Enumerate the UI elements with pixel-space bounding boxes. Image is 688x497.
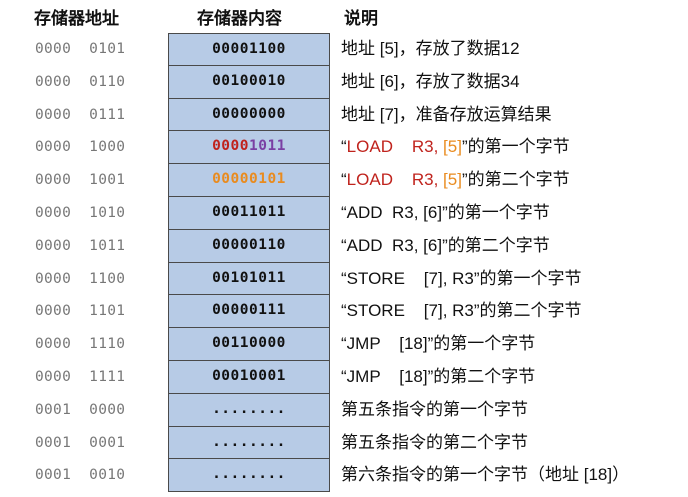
description-cell: “JMP [18]”的第二个字节 [341,366,536,386]
address-cell: 0000 1111 [35,368,126,385]
content-value: ........ [212,433,286,450]
address-cell: 0000 1000 [35,139,126,156]
table-row: 0001 0001 ........ 第五条指令的第二个字节 [0,426,688,460]
content-cell: 00000101 [168,164,330,197]
table-row: 0000 0110 00100010 地址 [6]，存放了数据34 [0,65,688,99]
content-value: 00011011 [212,203,286,220]
description-cell: 第五条指令的第二个字节 [341,432,528,452]
content-value: 00010001 [212,367,286,384]
description-cell: “LOAD R3, [5]”的第二个字节 [341,164,570,197]
content-cell: 00010001 [168,360,330,394]
description-cell: 第六条指令的第一个字节（地址 [18]） [341,465,630,485]
address-cell: 0001 0010 [35,467,126,484]
content-value: 00100010 [212,72,286,89]
table-row: 0001 0000 ........ 第五条指令的第一个字节 [0,393,688,427]
content-cell: 00011011 [168,196,330,230]
table-row: 0000 0101 00001100 地址 [5]，存放了数据12 [0,33,688,66]
opcode-bits: 0000 [212,138,249,155]
description-cell: “STORE [7], R3”的第二个字节 [341,301,582,321]
content-cell: 00110000 [168,328,330,361]
content-value: 00110000 [212,335,286,352]
table-row: 0001 0010 ........ 第六条指令的第一个字节（地址 [18]） [0,459,688,493]
content-value: 00001100 [212,41,286,57]
address-cell: 0001 0001 [35,434,126,451]
content-cell: ........ [168,393,330,427]
content-cell: 00001011 [168,131,330,165]
content-cell: 00000111 [168,295,330,329]
content-value: 00000111 [212,302,286,319]
content-value: ........ [212,400,286,417]
address-cell: 0000 0111 [35,106,126,123]
address-cell: 0000 1001 [35,172,126,189]
operand-bits: 00000101 [212,171,286,188]
description-cell: “JMP [18]”的第一个字节 [341,334,536,354]
content-cell: ........ [168,459,330,493]
header-content: 存储器内容 [197,9,282,29]
table-row: 0000 1010 00011011 “ADD R3, [6]”的第一个字节 [0,196,688,230]
desc-tail: ”的第二个字节 [461,170,570,190]
address-cell: 0000 1101 [35,303,126,320]
table-row: 0000 1000 00001011 “LOAD R3, [5]”的第一个字节 [0,131,688,165]
content-cell: 00101011 [168,262,330,296]
content-cell: ........ [168,426,330,460]
description-cell: “LOAD R3, [5]”的第一个字节 [341,131,570,164]
address-cell: 0000 1011 [35,237,126,254]
desc-operand: [5] [443,170,462,190]
desc-tail: ”的第一个字节 [461,137,570,157]
address-cell: 0000 1100 [35,270,126,287]
description-cell: 地址 [7]，准备存放运算结果 [341,104,552,124]
description-cell: “ADD R3, [6]”的第二个字节 [341,235,550,255]
table-row: 0000 1110 00110000 “JMP [18]”的第一个字节 [0,328,688,361]
address-cell: 0000 1010 [35,204,126,221]
header-description: 说明 [344,9,378,29]
desc-instruction: LOAD R3, [346,170,444,190]
table-row: 0000 1011 00000110 “ADD R3, [6]”的第二个字节 [0,229,688,263]
content-value: ........ [212,466,286,483]
description-cell: 第五条指令的第一个字节 [341,399,528,419]
table-row: 0000 1111 00010001 “JMP [18]”的第二个字节 [0,360,688,394]
description-cell: “STORE [7], R3”的第一个字节 [341,268,582,288]
address-cell: 0001 0000 [35,401,126,418]
register-bits: 1011 [249,138,286,155]
content-value: 00101011 [212,269,286,286]
desc-instruction: LOAD R3, [346,137,444,157]
table-row: 0000 1100 00101011 “STORE [7], R3”的第一个字节 [0,262,688,296]
header-address: 存储器地址 [34,9,119,29]
description-cell: 地址 [6]，存放了数据34 [341,71,520,91]
description-cell: “ADD R3, [6]”的第一个字节 [341,202,550,222]
content-cell: 00100010 [168,65,330,99]
address-cell: 0000 1110 [35,336,126,353]
table-row: 0000 1101 00000111 “STORE [7], R3”的第二个字节 [0,295,688,329]
content-cell: 00000000 [168,98,330,132]
description-cell: 地址 [5]，存放了数据12 [341,39,520,58]
address-cell: 0000 0110 [35,73,126,90]
address-cell: 0000 0101 [35,41,126,57]
memory-table: 0000 0101 00001100 地址 [5]，存放了数据12 0000 0… [0,33,688,493]
table-row: 0000 0111 00000000 地址 [7]，准备存放运算结果 [0,98,688,132]
content-value: 00000000 [212,105,286,122]
table-row: 0000 1001 00000101 “LOAD R3, [5]”的第二个字节 [0,164,688,197]
desc-operand: [5] [443,137,462,157]
content-cell: 00001100 [168,33,330,66]
content-cell: 00000110 [168,229,330,263]
content-value: 00000110 [212,236,286,253]
